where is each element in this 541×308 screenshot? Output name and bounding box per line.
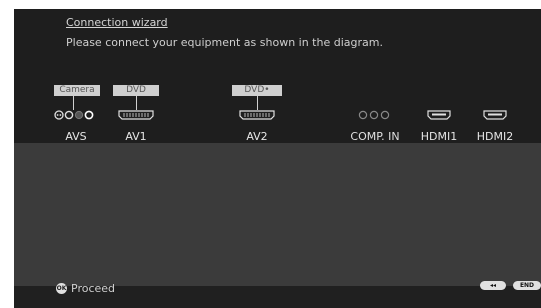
port-avs: AVS bbox=[65, 130, 87, 143]
connector-line bbox=[136, 96, 137, 110]
rewind-icon[interactable]: ◂◂ bbox=[480, 281, 506, 290]
end-button[interactable]: END bbox=[513, 281, 541, 290]
port-hdmi1: HDMI1 bbox=[420, 130, 458, 143]
hdmi-port-icon bbox=[483, 110, 507, 120]
connector-line bbox=[257, 96, 258, 110]
wizard-title: Connection wizard bbox=[66, 16, 168, 29]
scart-port-icon bbox=[118, 110, 154, 120]
avs-port-icon bbox=[54, 110, 94, 120]
wizard-instruction: Please connect your equipment as shown i… bbox=[66, 36, 383, 49]
port-comp-in: COMP. IN bbox=[350, 130, 400, 143]
device-label-dvd-2: DVD• bbox=[232, 85, 282, 96]
component-port-icon bbox=[358, 110, 390, 120]
connection-diagram: Connection wizard Please connect your eq… bbox=[14, 9, 541, 143]
device-label-camera: Camera bbox=[54, 85, 100, 96]
port-hdmi2: HDMI2 bbox=[476, 130, 514, 143]
diagram-panel bbox=[14, 143, 541, 286]
port-av2: AV2 bbox=[246, 130, 268, 143]
scart-port-icon bbox=[239, 110, 275, 120]
ok-button-icon: OK bbox=[56, 283, 67, 294]
hdmi-port-icon bbox=[427, 110, 451, 120]
device-label-dvd: DVD bbox=[113, 85, 159, 96]
proceed-button[interactable]: OK Proceed bbox=[56, 282, 115, 295]
tv-screen: Connection wizard Please connect your eq… bbox=[14, 9, 541, 308]
port-av1: AV1 bbox=[125, 130, 147, 143]
connector-line bbox=[73, 96, 74, 110]
proceed-label: Proceed bbox=[71, 282, 116, 295]
